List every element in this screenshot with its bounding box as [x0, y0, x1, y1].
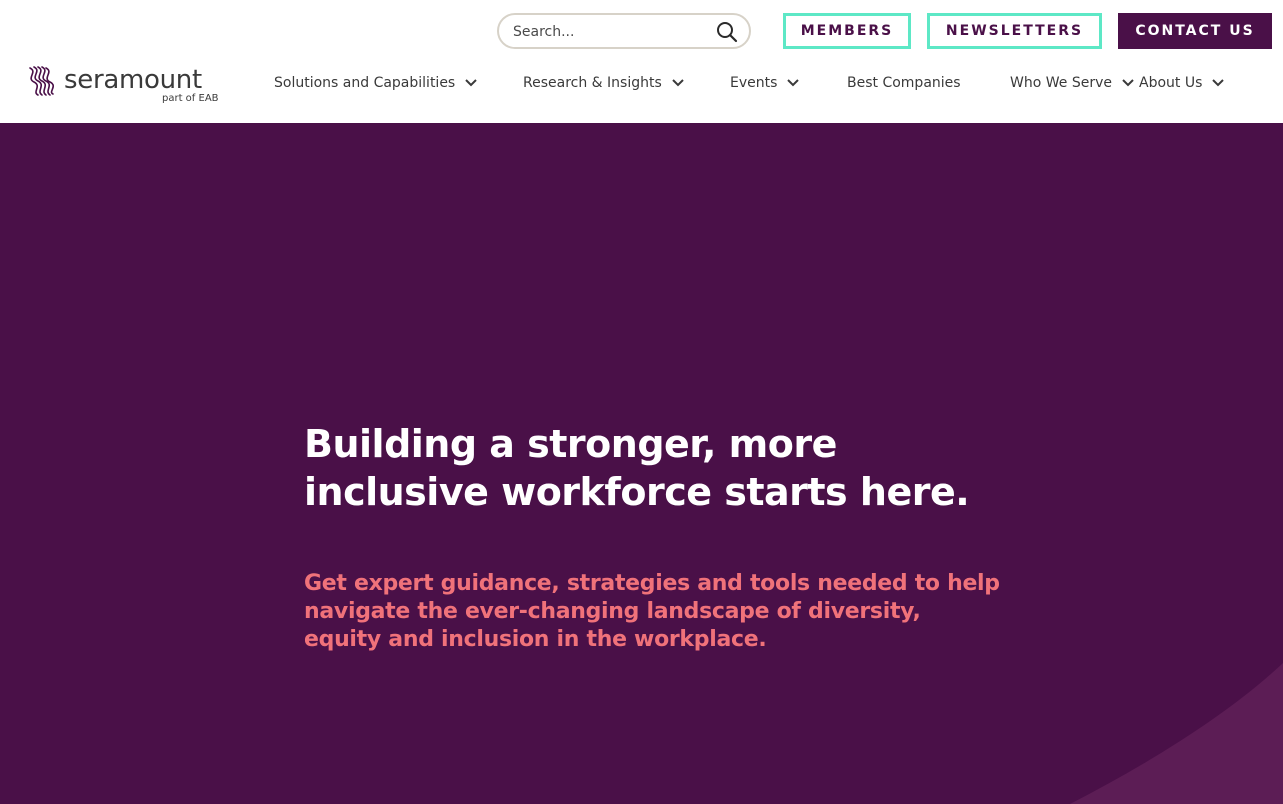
nav-item-research[interactable]: Research & Insights [523, 70, 684, 96]
nav-item-label: About Us [1139, 75, 1203, 91]
nav-item-label: Best Companies [847, 75, 961, 91]
hero-subheadline: Get expert guidance, strategies and tool… [304, 571, 1000, 652]
logo-wordmark: seramount [64, 65, 202, 95]
nav-item-best-companies[interactable]: Best Companies [847, 70, 961, 96]
chevron-down-icon [672, 79, 684, 87]
search-icon[interactable] [715, 20, 739, 44]
members-button[interactable]: MEMBERS [783, 13, 911, 49]
nav-item-solutions[interactable]: Solutions and Capabilities [274, 70, 477, 96]
logo-tagline: part of EAB [162, 93, 219, 104]
contact-us-button[interactable]: CONTACT US [1118, 13, 1272, 49]
search-box [497, 13, 751, 49]
hero-section: Building a stronger, more inclusive work… [0, 123, 1283, 804]
chevron-down-icon [465, 79, 477, 87]
hero-headline: Building a stronger, more inclusive work… [304, 422, 970, 514]
site-header: seramount part of EAB MEMBERS NEWSLETTER… [0, 0, 1283, 123]
chevron-down-icon [1122, 79, 1134, 87]
seramount-wave-icon [29, 66, 54, 96]
nav-item-events[interactable]: Events [730, 70, 800, 96]
chevron-down-icon [787, 79, 800, 87]
nav-item-label: Who We Serve [1010, 75, 1112, 91]
search-input[interactable] [513, 22, 703, 42]
nav-item-who-we-serve[interactable]: Who We Serve [1010, 70, 1134, 96]
nav-item-about-us[interactable]: About Us [1139, 70, 1225, 96]
nav-item-label: Events [730, 75, 778, 91]
nav-item-label: Research & Insights [523, 75, 662, 91]
nav-item-label: Solutions and Capabilities [274, 75, 456, 91]
newsletters-button[interactable]: NEWSLETTERS [927, 13, 1102, 49]
chevron-down-icon [1212, 79, 1225, 87]
seramount-logo[interactable]: seramount part of EAB [24, 64, 224, 106]
